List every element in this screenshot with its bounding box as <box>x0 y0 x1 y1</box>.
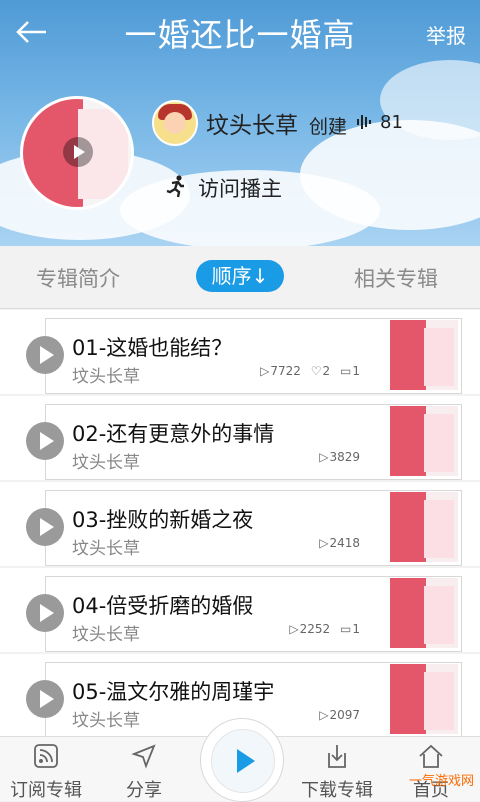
play-count: 2097 <box>329 708 360 722</box>
episode-title: 03-挫败的新婚之夜 <box>72 508 254 532</box>
page-title: 一婚还比一婚高 <box>124 16 356 54</box>
episode-title: 01-这婚也能结？ <box>72 336 233 360</box>
album-cover-play[interactable] <box>20 96 134 210</box>
comment-count: 1 <box>352 364 360 378</box>
episode-stats: ▷2418 <box>313 536 360 550</box>
episode-thumbnail <box>390 578 458 648</box>
top-bar: 一婚还比一婚高 举报 <box>0 0 480 64</box>
episode-author: 坟头长草 <box>72 539 140 559</box>
tab-album-intro[interactable]: 专辑简介 <box>36 263 120 293</box>
audio-wave-icon <box>357 115 371 129</box>
download-label: 下载专辑 <box>301 780 373 801</box>
author-name[interactable]: 坟头长草 <box>206 106 298 140</box>
heart-icon: ♡ <box>310 364 322 378</box>
play-button[interactable] <box>26 422 64 460</box>
play-count: 2418 <box>329 536 360 550</box>
play-button[interactable] <box>26 594 64 632</box>
episode-author: 坟头长草 <box>72 453 140 473</box>
episode-thumbnail <box>390 320 458 390</box>
episode-title: 05-温文尔雅的周瑾宇 <box>72 680 275 704</box>
episode-title: 04-倍受折磨的婚假 <box>72 594 254 618</box>
album-count: 81 <box>380 112 403 133</box>
share-button[interactable]: 分享 <box>106 737 182 801</box>
episode-thumbnail <box>390 492 458 562</box>
subscribe-label: 订阅专辑 <box>10 780 82 801</box>
play-count-icon: ▷ <box>289 622 299 636</box>
play-button[interactable] <box>26 336 64 374</box>
like-count: 2 <box>322 364 331 378</box>
play-count: 3829 <box>329 450 360 464</box>
play-count-icon: ▷ <box>319 708 329 722</box>
share-icon <box>131 744 156 769</box>
episode-stats: ▷3829 <box>313 450 360 464</box>
runner-icon <box>166 175 184 198</box>
album-hero: 一婚还比一婚高 举报 坟头长草 创建 81 访问播主 <box>0 0 480 246</box>
rss-icon <box>34 744 58 768</box>
play-count-icon: ▷ <box>319 450 329 464</box>
watermark-logo: 一气游戏网 <box>408 774 474 789</box>
tab-order[interactable]: 顺序↓ <box>196 260 284 292</box>
play-icon <box>63 137 93 167</box>
episode-thumbnail <box>390 664 458 734</box>
play-count: 7722 <box>270 364 301 378</box>
play-count-icon: ▷ <box>260 364 270 378</box>
episode-author: 坟头长草 <box>72 367 140 387</box>
episode-author: 坟头长草 <box>72 625 140 645</box>
comment-icon: ▭ <box>340 364 352 378</box>
list-item[interactable]: 04-倍受折磨的婚假 坟头长草 ▷2252 ▭1 <box>0 568 480 652</box>
episode-stats: ▷2097 <box>313 708 360 722</box>
album-tabs: 专辑简介 顺序↓ 相关专辑 <box>0 246 480 309</box>
list-item[interactable]: 03-挫败的新婚之夜 坟头长草 ▷2418 <box>0 482 480 566</box>
episode-stats: ▷7722 ♡2 ▭1 <box>254 364 360 378</box>
created-label: 创建 <box>309 116 348 138</box>
visit-host-link[interactable]: 访问播主 <box>198 173 282 203</box>
play-button[interactable] <box>26 508 64 546</box>
subscribe-button[interactable]: 订阅专辑 <box>6 737 86 801</box>
share-label: 分享 <box>126 780 162 801</box>
report-button[interactable]: 举报 <box>426 20 466 49</box>
episode-title: 02-还有更意外的事情 <box>72 422 275 446</box>
tab-related-albums[interactable]: 相关专辑 <box>354 263 438 293</box>
avatar-face <box>164 112 186 134</box>
download-button[interactable]: 下载专辑 <box>296 737 378 801</box>
now-playing-button[interactable] <box>200 718 284 802</box>
play-count: 2252 <box>299 622 331 636</box>
play-count-icon: ▷ <box>319 536 329 550</box>
episode-thumbnail <box>390 406 458 476</box>
episode-author: 坟头长草 <box>72 711 140 731</box>
episode-stats: ▷2252 ▭1 <box>283 622 360 636</box>
download-icon <box>328 745 346 768</box>
list-item[interactable]: 02-还有更意外的事情 坟头长草 ▷3829 <box>0 396 480 480</box>
home-icon <box>419 744 443 768</box>
avatar[interactable] <box>152 100 198 146</box>
home-button[interactable]: 首页 <box>390 737 472 801</box>
list-item[interactable]: 01-这婚也能结？ 坟头长草 ▷7722 ♡2 ▭1 <box>0 310 480 394</box>
comment-icon: ▭ <box>340 622 352 636</box>
comment-count: 1 <box>352 622 360 636</box>
play-button[interactable] <box>26 680 64 718</box>
play-icon <box>211 729 275 793</box>
